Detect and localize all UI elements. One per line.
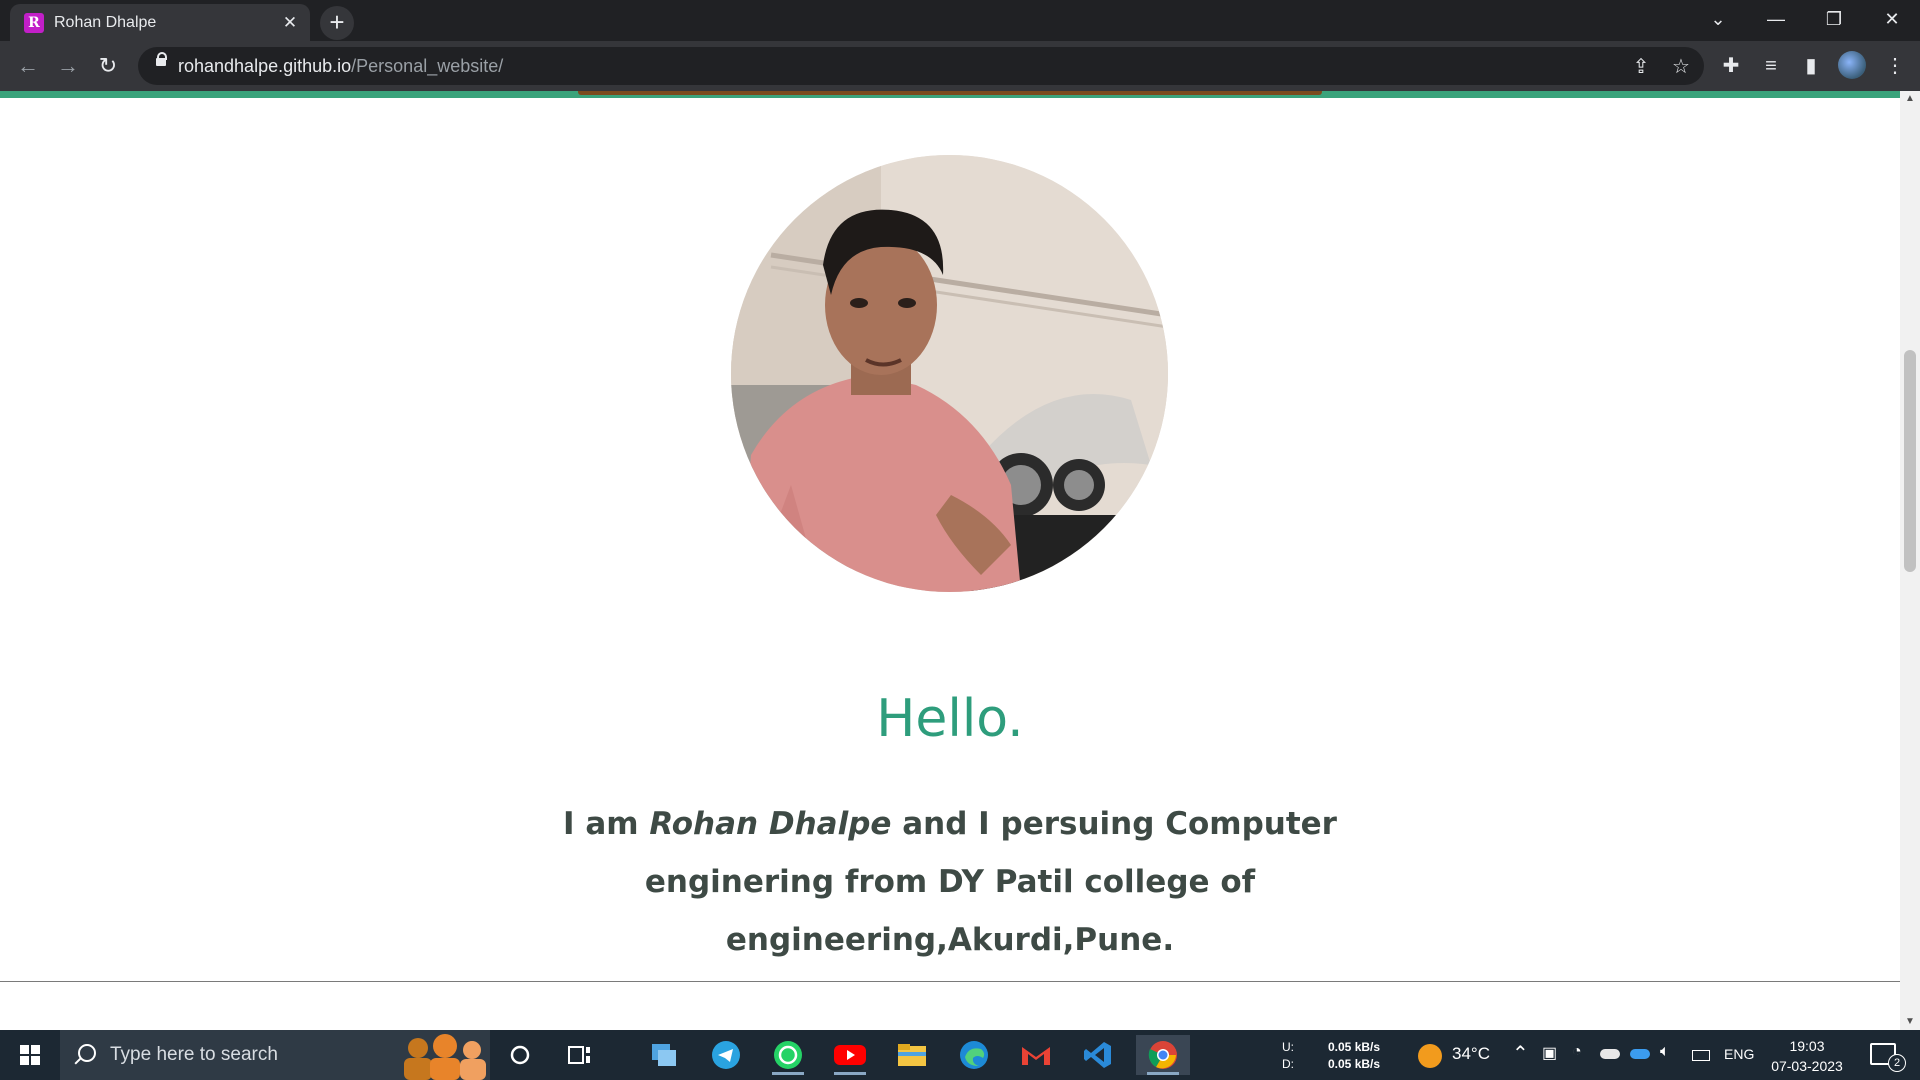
bookmark-star-icon[interactable]: ☆ (1668, 54, 1694, 80)
taskbar-clock[interactable]: 19:03 07-03-2023 (1752, 1036, 1862, 1076)
show-hidden-icons-chevron-icon[interactable]: ⌃ (1512, 1041, 1529, 1066)
minimize-button[interactable]: — (1748, 0, 1804, 41)
chrome-icon[interactable] (1136, 1035, 1190, 1075)
search-icon (78, 1044, 96, 1062)
site-favicon-icon: R (24, 12, 44, 33)
vscode-icon[interactable] (1076, 1035, 1120, 1075)
file-explorer-icon[interactable] (890, 1035, 934, 1075)
net-download-label: D: (1282, 1057, 1294, 1071)
side-panel-icon[interactable]: ▮ (1796, 51, 1826, 81)
header-accent-underline (578, 91, 1322, 95)
cortana-icon[interactable] (498, 1035, 542, 1075)
weather-sun-icon[interactable] (1418, 1044, 1442, 1068)
extensions-icon[interactable]: ✚ (1716, 51, 1746, 81)
scrollbar-thumb[interactable] (1904, 350, 1916, 572)
browser-tab-strip: R Rohan Dhalpe ✕ + ⌄ — ❐ ✕ (0, 0, 1920, 41)
taskbar-search-box[interactable]: Type here to search (60, 1030, 490, 1080)
profile-avatar-icon[interactable] (1838, 51, 1866, 79)
intro-name: Rohan Dhalpe (649, 806, 892, 842)
whatsapp-running-indicator (772, 1072, 804, 1075)
net-upload-speed: 0.05 kB/s (1328, 1040, 1381, 1054)
url-text[interactable]: rohandhalpe.github.io/Personal_website/ (178, 56, 503, 77)
share-icon[interactable]: ⇪ (1628, 54, 1654, 80)
file-copy-app-icon[interactable] (642, 1035, 686, 1075)
tab-search-icon[interactable]: ⌄ (1690, 0, 1746, 41)
windows-taskbar: Type here to search U: D: 0.05 kB/s 0.05… (0, 1030, 1920, 1080)
chrome-menu-icon[interactable]: ⋮ (1880, 51, 1910, 81)
task-view-icon[interactable] (558, 1035, 602, 1075)
onedrive-personal-icon[interactable] (1600, 1049, 1620, 1059)
onedrive-business-icon[interactable] (1630, 1049, 1650, 1059)
search-highlight-people-icon (404, 1034, 486, 1080)
page-viewport: Hello. I am Rohan Dhalpe and I persuing … (0, 91, 1920, 1030)
youtube-icon[interactable] (828, 1035, 872, 1075)
start-button[interactable] (0, 1030, 60, 1080)
net-download-speed: 0.05 kB/s (1328, 1057, 1381, 1071)
telegram-icon[interactable] (704, 1035, 748, 1075)
close-tab-icon[interactable]: ✕ (280, 13, 300, 33)
close-window-button[interactable]: ✕ (1864, 0, 1920, 41)
edge-icon[interactable] (952, 1035, 996, 1075)
windows-logo-icon (20, 1045, 40, 1065)
reload-icon[interactable]: ↻ (92, 50, 124, 82)
section-divider (0, 981, 1900, 982)
youtube-running-indicator (834, 1072, 866, 1075)
search-placeholder: Type here to search (110, 1044, 278, 1065)
media-controls-icon[interactable]: ≡ (1756, 51, 1786, 81)
net-upload-label: U: (1282, 1040, 1294, 1054)
scroll-up-arrow-icon[interactable]: ▲ (1900, 91, 1920, 107)
forward-arrow-icon[interactable]: → (52, 50, 84, 82)
restore-button[interactable]: ❐ (1806, 0, 1862, 41)
browser-toolbar: ← → ↻ rohandhalpe.github.io/Personal_web… (0, 41, 1920, 91)
address-bar[interactable]: rohandhalpe.github.io/Personal_website/ … (138, 47, 1704, 85)
header-accent-bar (0, 91, 1900, 98)
page-scrollbar[interactable]: ▲ ▼ (1900, 91, 1920, 1030)
weather-temperature[interactable]: 34°C (1452, 1044, 1490, 1064)
notification-count-badge: 2 (1888, 1054, 1906, 1072)
back-arrow-icon[interactable]: ← (12, 50, 44, 82)
profile-photo (731, 155, 1168, 592)
wifi-icon[interactable]: ◔ (1572, 1043, 1582, 1061)
intro-prefix: I am (563, 806, 650, 842)
battery-icon[interactable] (1692, 1050, 1710, 1061)
intro-paragraph: I am Rohan Dhalpe and I persuing Compute… (560, 795, 1340, 969)
chrome-running-indicator (1147, 1072, 1179, 1075)
new-tab-button[interactable]: + (320, 6, 354, 40)
meet-now-icon[interactable]: ▣ (1542, 1043, 1557, 1063)
input-language[interactable]: ENG (1724, 1046, 1754, 1062)
lock-icon (156, 52, 167, 66)
clock-time: 19:03 (1789, 1038, 1825, 1054)
greeting-heading: Hello. (876, 689, 1024, 749)
clock-date: 07-03-2023 (1771, 1058, 1843, 1074)
browser-tab[interactable]: R Rohan Dhalpe ✕ (10, 4, 310, 41)
whatsapp-icon[interactable] (766, 1035, 810, 1075)
url-path: /Personal_website/ (351, 56, 504, 76)
profile-photo-image (731, 155, 1168, 592)
tab-title: Rohan Dhalpe (54, 13, 157, 31)
gmail-icon[interactable] (1014, 1035, 1058, 1075)
url-host: rohandhalpe.github.io (178, 56, 352, 76)
volume-icon[interactable]: 🔈︎ (1660, 1043, 1670, 1061)
scroll-down-arrow-icon[interactable]: ▼ (1900, 1014, 1920, 1030)
